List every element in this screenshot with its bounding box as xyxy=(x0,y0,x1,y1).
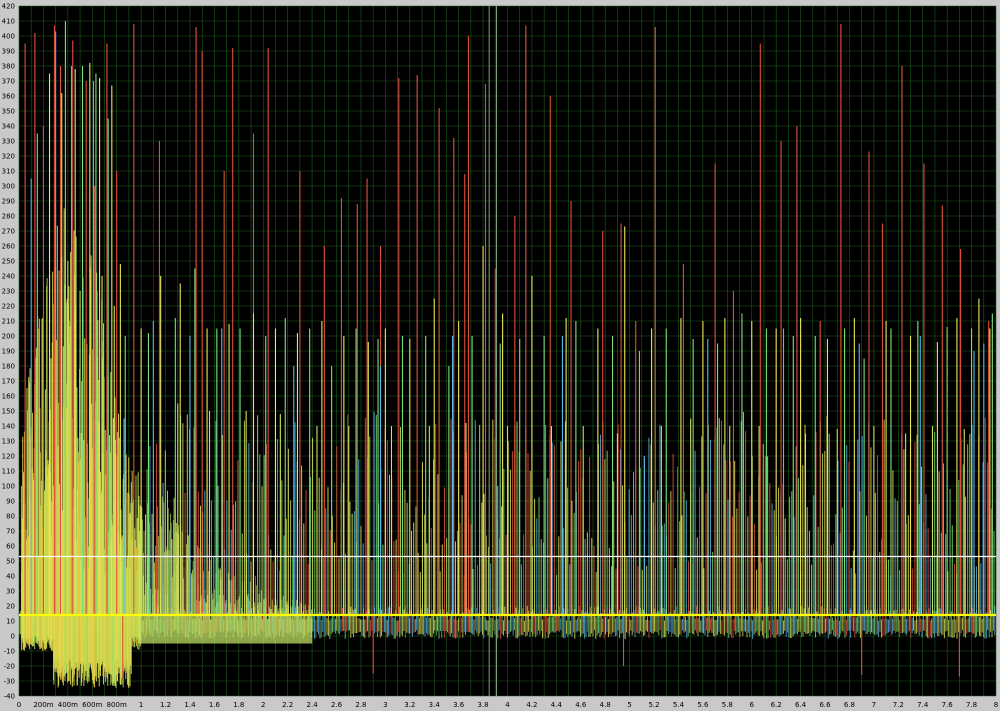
y-tick-label: 120 xyxy=(2,453,15,461)
chart-window: -40 -30 -20 -10 0 10 20 30 40 50 60 70 80 90 100 110 120… xyxy=(0,0,1000,711)
x-tick-label: 2.8 xyxy=(355,701,366,709)
y-tick-label: 140 xyxy=(2,423,15,431)
x-tick-label: 0 xyxy=(17,701,21,709)
y-tick-label: 80 xyxy=(6,513,15,521)
x-tick-label: 200m xyxy=(33,701,53,709)
y-tick-label: 230 xyxy=(2,288,15,296)
y-tick-label: 310 xyxy=(2,168,15,176)
y-tick-label: 10 xyxy=(6,618,15,626)
x-tick-label: 4.2 xyxy=(526,701,537,709)
y-tick-label: 180 xyxy=(2,363,15,371)
x-tick-label: 4 xyxy=(505,701,510,709)
y-tick-label: 40 xyxy=(6,573,15,581)
x-tick-label: 5.4 xyxy=(673,701,685,709)
x-tick-label: 7 xyxy=(872,701,876,709)
x-tick-label: 1 xyxy=(139,701,143,709)
x-tick-label: 3.8 xyxy=(478,701,489,709)
y-tick-label: 360 xyxy=(2,93,15,101)
y-tick-label: 210 xyxy=(2,318,15,326)
x-tick-label: 4.8 xyxy=(600,701,611,709)
x-tick-label: 7.8 xyxy=(966,701,977,709)
x-tick-label: 3 xyxy=(383,701,387,709)
y-tick-label: 20 xyxy=(6,603,15,611)
y-tick-label: 340 xyxy=(2,123,15,131)
y-tick-label: 150 xyxy=(2,408,15,416)
x-tick-label: 7.4 xyxy=(917,701,929,709)
x-tick-label: 400m xyxy=(58,701,78,709)
y-tick-label: 320 xyxy=(2,153,15,161)
y-tick-label: 250 xyxy=(2,258,15,266)
y-tick-label: -30 xyxy=(4,678,15,686)
spectrum-chart: -40-30-20-100102030405060708090100110120… xyxy=(2,3,999,710)
x-tick-label: 2.2 xyxy=(282,701,293,709)
y-tick-label: 400 xyxy=(2,33,15,41)
x-tick-label: 6 xyxy=(750,701,755,709)
x-tick-label: 6.8 xyxy=(844,701,855,709)
y-tick-label: -20 xyxy=(4,663,15,671)
x-tick-label: 5.8 xyxy=(722,701,733,709)
y-tick-label: 100 xyxy=(2,483,15,491)
x-tick-label: 7.6 xyxy=(942,701,954,709)
x-tick-label: 2.6 xyxy=(331,701,343,709)
x-tick-label: 3.2 xyxy=(404,701,415,709)
y-tick-label: 170 xyxy=(2,378,15,386)
x-tick-label: 1.4 xyxy=(184,701,196,709)
x-tick-label: 6.2 xyxy=(771,701,782,709)
y-tick-label: -10 xyxy=(4,648,15,656)
y-tick-label: 0 xyxy=(11,633,15,641)
x-axis-ticks: 0 200m 400m 600m 800m 1 1.2 1.4 1.6 1.8 2 2.2 2.4 2.6… xyxy=(17,701,998,709)
y-tick-label: 270 xyxy=(2,228,15,236)
y-tick-label: 420 xyxy=(2,3,15,11)
y-tick-label: 390 xyxy=(2,48,15,56)
y-tick-label: 160 xyxy=(2,393,15,401)
y-tick-label: 130 xyxy=(2,438,15,446)
y-tick-label: 240 xyxy=(2,273,15,281)
y-tick-label: 260 xyxy=(2,243,15,251)
y-tick-label: 50 xyxy=(6,558,15,566)
x-tick-label: 6.4 xyxy=(795,701,807,709)
x-tick-label: 7.2 xyxy=(893,701,904,709)
x-tick-label: 8 xyxy=(994,701,998,709)
x-tick-label: 4.4 xyxy=(551,701,563,709)
y-tick-label: 350 xyxy=(2,108,15,116)
x-tick-label: 1.2 xyxy=(160,701,171,709)
y-tick-label: 70 xyxy=(6,528,15,536)
x-tick-label: 1.6 xyxy=(209,701,221,709)
y-axis-ticks: -40 -30 -20 -10 0 10 20 30 40 50 60 70 80 90 100 110 120… xyxy=(2,3,15,701)
y-tick-label: 280 xyxy=(2,213,15,221)
y-tick-label: 330 xyxy=(2,138,15,146)
x-tick-label: 2.4 xyxy=(307,701,319,709)
x-tick-label: 5.2 xyxy=(648,701,659,709)
y-tick-label: 30 xyxy=(6,588,15,596)
x-tick-label: 5.6 xyxy=(697,701,709,709)
y-tick-label: 380 xyxy=(2,63,15,71)
x-tick-label: 5 xyxy=(627,701,631,709)
x-tick-label: 4.6 xyxy=(575,701,587,709)
x-tick-label: 3.4 xyxy=(429,701,441,709)
y-tick-label: 220 xyxy=(2,303,15,311)
y-tick-label: 370 xyxy=(2,78,15,86)
y-tick-label: 200 xyxy=(2,333,15,341)
y-tick-label: 410 xyxy=(2,18,15,26)
x-tick-label: 6.6 xyxy=(819,701,831,709)
y-tick-label: 190 xyxy=(2,348,15,356)
y-tick-label: 60 xyxy=(6,543,15,551)
x-tick-label: 1.8 xyxy=(233,701,244,709)
x-tick-label: 600m xyxy=(82,701,102,709)
y-tick-label: 300 xyxy=(2,183,15,191)
x-tick-label: 3.6 xyxy=(453,701,465,709)
y-tick-label: 90 xyxy=(6,498,15,506)
x-tick-label: 2 xyxy=(261,701,265,709)
y-tick-label: 110 xyxy=(2,468,15,476)
y-tick-label: 290 xyxy=(2,198,15,206)
x-tick-label: 800m xyxy=(107,701,127,709)
y-tick-label: -40 xyxy=(4,693,15,701)
